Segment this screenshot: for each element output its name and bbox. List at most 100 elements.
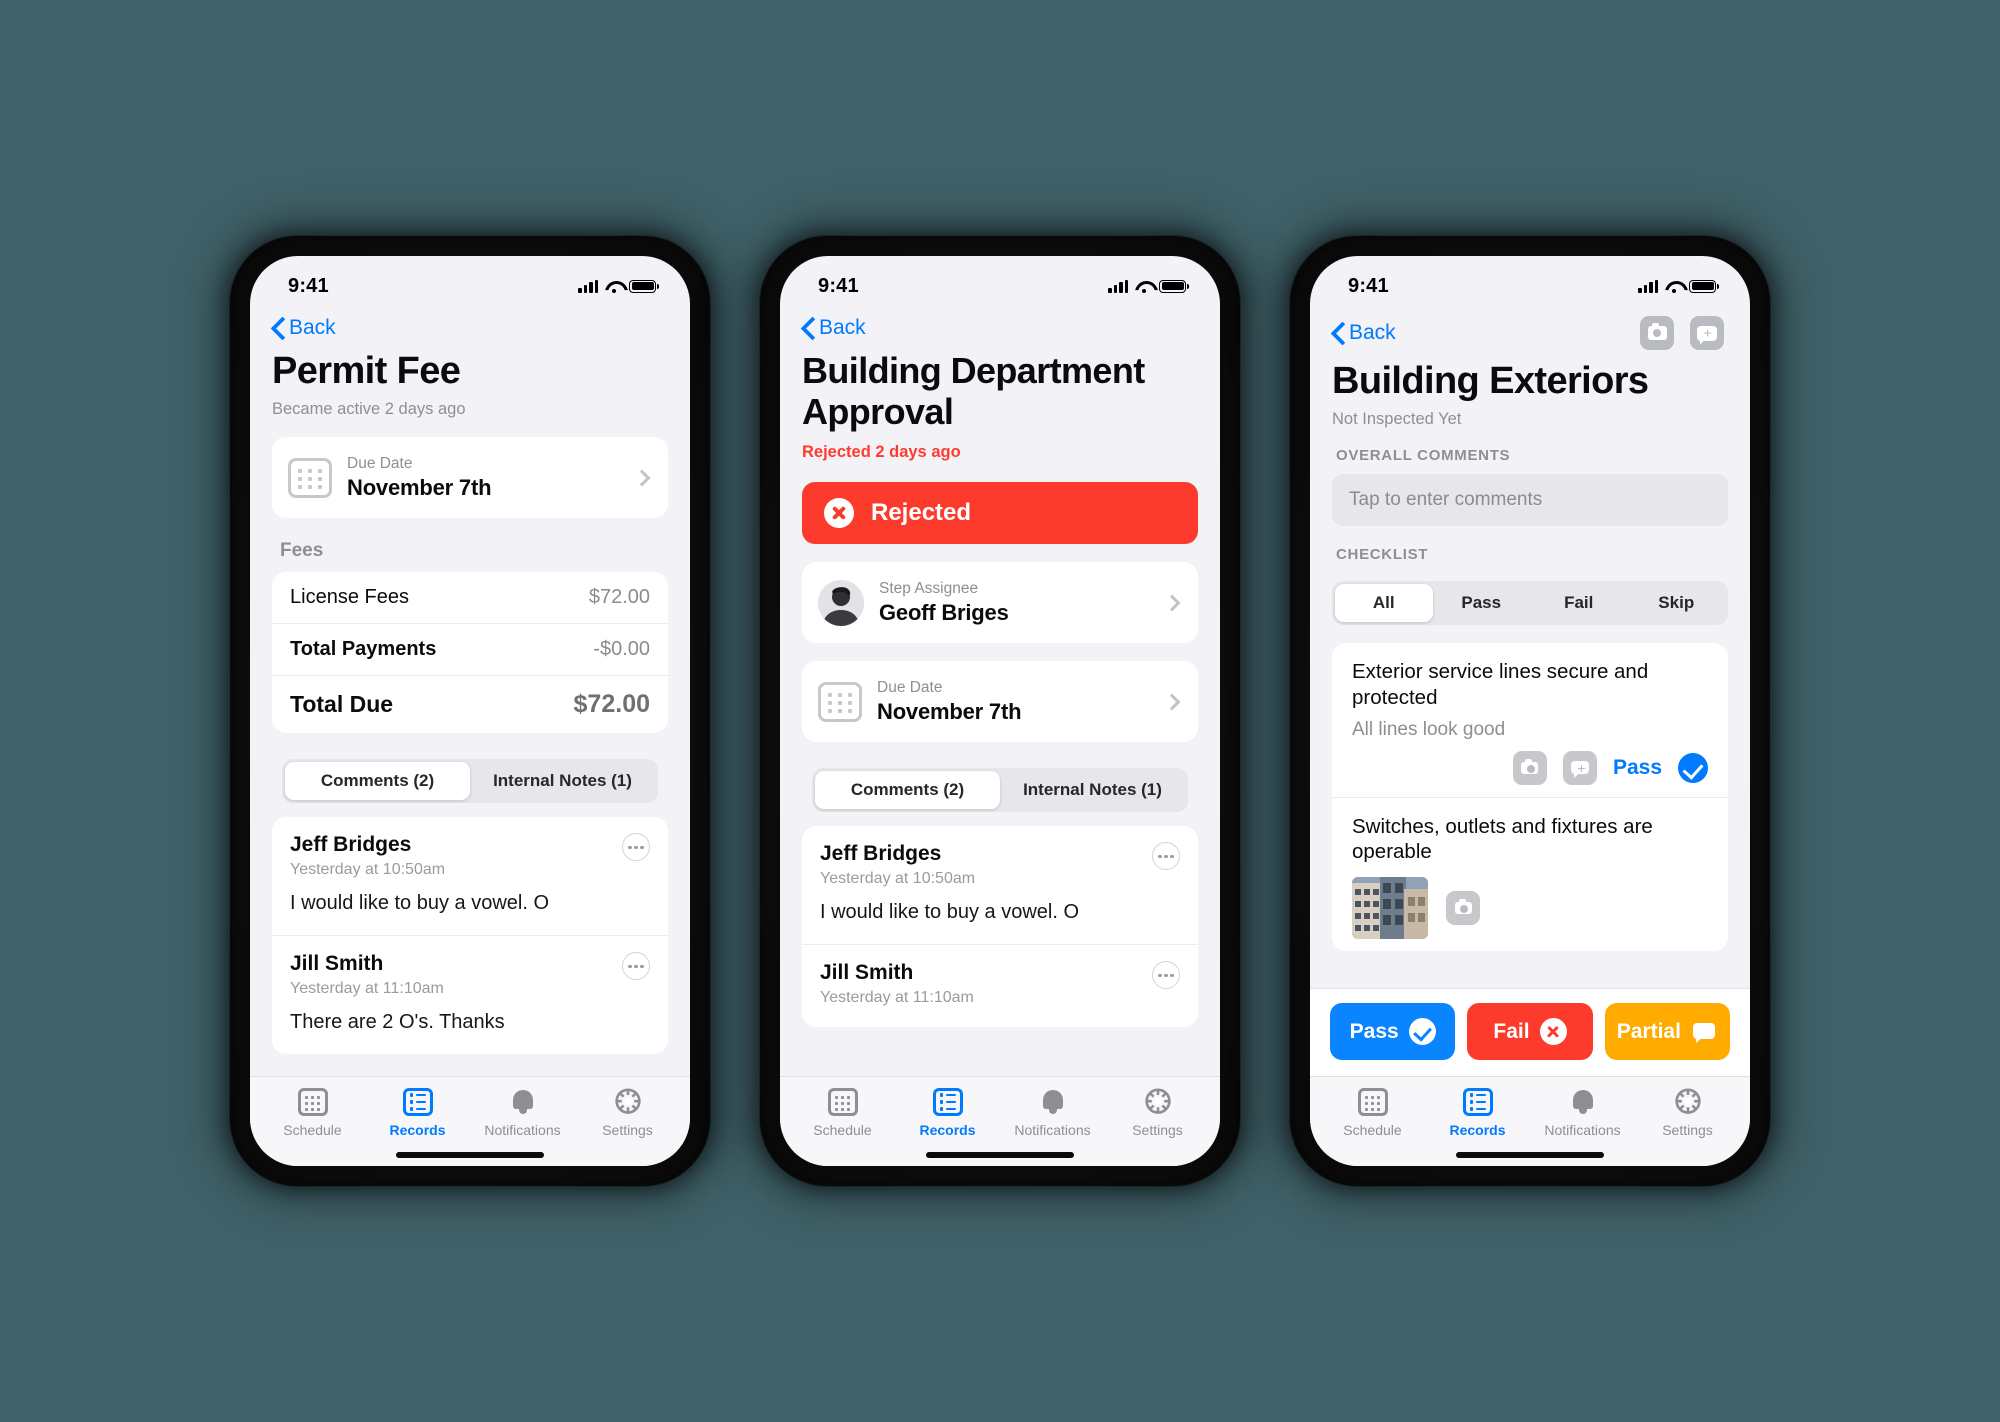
comment-text: There are 2 O's. Thanks (290, 1011, 505, 1034)
records-icon (1462, 1088, 1493, 1116)
page-subtitle: Rejected 2 days ago (802, 443, 961, 462)
nav-bar-1: Back (250, 310, 690, 342)
comment-more-icon[interactable] (1152, 842, 1180, 871)
add-comment-icon[interactable] (1562, 750, 1597, 785)
back-button[interactable]: Back (1332, 321, 1396, 345)
home-indicator (1310, 1144, 1750, 1166)
sidebar-item-schedule[interactable]: Schedule (1320, 1088, 1425, 1138)
photo-thumbnail[interactable] (1352, 876, 1428, 939)
tab-label: Notifications (484, 1122, 561, 1138)
fee-name: License Fees (290, 586, 409, 609)
sidebar-item-settings[interactable]: Settings (575, 1088, 680, 1138)
sidebar-item-records[interactable]: Records (895, 1088, 1000, 1138)
sidebar-item-settings[interactable]: Settings (1105, 1088, 1210, 1138)
chevron-left-icon (802, 317, 815, 339)
nav-bar-3: Back (1310, 310, 1750, 352)
tab-label: Schedule (283, 1122, 342, 1138)
fail-button[interactable]: Fail (1467, 1003, 1593, 1060)
sidebar-item-records[interactable]: Records (1425, 1088, 1530, 1138)
calendar-icon (1357, 1088, 1388, 1116)
chevron-left-icon (272, 317, 285, 339)
tab-label: Schedule (813, 1122, 872, 1138)
sidebar-item-schedule[interactable]: Schedule (790, 1088, 895, 1138)
pass-button[interactable]: Pass (1330, 1003, 1456, 1060)
due-date-row[interactable]: Due Date November 7th (272, 437, 668, 518)
camera-icon[interactable] (1446, 890, 1480, 925)
page-subtitle: Became active 2 days ago (272, 400, 466, 419)
list-item: Jill Smith Yesterday at 11:10am There ar… (272, 935, 668, 1054)
sidebar-item-notifications[interactable]: Notifications (1000, 1088, 1105, 1138)
checklist-item-status-label: Pass (1612, 755, 1662, 779)
comment-more-icon[interactable] (1152, 961, 1180, 990)
scroll-body-1[interactable]: Permit Fee Became active 2 days ago Due … (250, 342, 690, 1076)
back-button[interactable]: Back (272, 316, 336, 340)
due-date-card[interactable]: Due Date November 7th (802, 661, 1198, 743)
assignee-card[interactable]: Step Assignee Geoff Briges (802, 562, 1198, 644)
fail-label: Fail (1493, 1019, 1530, 1043)
table-row: License Fees $72.00 (272, 572, 668, 623)
tab-label: Records (919, 1122, 976, 1138)
fees-card: License Fees $72.00 Total Payments -$0.0… (272, 572, 668, 734)
fee-name: Total Due (290, 691, 394, 718)
screen-1: 9:41 Back Permit Fee Became active 2 day… (250, 256, 690, 1166)
checklist-item-title: Switches, outlets and fixtures are opera… (1352, 814, 1653, 864)
filter-skip[interactable]: Skip (1628, 584, 1726, 622)
due-date-row[interactable]: Due Date November 7th (802, 661, 1198, 742)
due-date-value: November 7th (347, 475, 492, 501)
tab-bar-2[interactable]: Schedule Records Notifications Settings (780, 1076, 1220, 1144)
tab-bar-1[interactable]: Schedule Records Notifications Settings (250, 1076, 690, 1144)
page-title: Building Department Approval (802, 350, 1145, 433)
wifi-icon (1135, 280, 1152, 293)
filter-all[interactable]: All (1335, 584, 1433, 623)
checklist-item-media (1352, 876, 1708, 939)
checklist-filter-tabs[interactable]: All Pass Fail Skip (1332, 581, 1728, 626)
due-date-value: November 7th (877, 699, 1022, 725)
partial-button[interactable]: Partial (1604, 1003, 1730, 1060)
gear-icon (613, 1088, 643, 1116)
overall-comments-input[interactable]: Tap to enter comments (1332, 474, 1728, 527)
filter-pass[interactable]: Pass (1433, 584, 1531, 622)
tab-internal-notes[interactable]: Internal Notes (1) (470, 762, 655, 800)
comment-icon (1691, 1018, 1718, 1045)
tab-internal-notes[interactable]: Internal Notes (1) (1000, 771, 1185, 809)
records-icon (932, 1088, 963, 1116)
comment-more-icon[interactable] (622, 833, 650, 862)
comments-tabs[interactable]: Comments (2) Internal Notes (1) (812, 768, 1188, 813)
status-bar: 9:41 (780, 256, 1220, 310)
sidebar-item-notifications[interactable]: Notifications (1530, 1088, 1635, 1138)
scroll-body-3[interactable]: Building Exteriors Not Inspected Yet OVE… (1310, 352, 1750, 1076)
bell-icon (1568, 1088, 1598, 1116)
sidebar-item-settings[interactable]: Settings (1635, 1088, 1740, 1138)
x-circle-icon (1539, 1018, 1567, 1045)
battery-icon (1159, 279, 1189, 293)
sidebar-item-notifications[interactable]: Notifications (470, 1088, 575, 1138)
calendar-icon (818, 681, 862, 722)
comment-time: Yesterday at 11:10am (290, 980, 444, 998)
camera-icon[interactable] (1640, 316, 1674, 350)
sidebar-item-schedule[interactable]: Schedule (260, 1088, 365, 1138)
calendar-icon (288, 457, 332, 498)
tab-bar-3[interactable]: Schedule Records Notifications Settings (1310, 1076, 1750, 1144)
status-badge[interactable]: Rejected (802, 482, 1198, 545)
due-date-card[interactable]: Due Date November 7th (272, 437, 668, 519)
status-time: 9:41 (1348, 274, 1389, 297)
chevron-right-icon (633, 469, 651, 487)
back-button[interactable]: Back (802, 316, 866, 340)
add-comment-icon[interactable] (1690, 316, 1724, 350)
sidebar-item-records[interactable]: Records (365, 1088, 470, 1138)
comment-more-icon[interactable] (622, 952, 650, 981)
comments-tabs[interactable]: Comments (2) Internal Notes (1) (282, 759, 658, 804)
tab-comments[interactable]: Comments (2) (815, 771, 1000, 810)
checklist-card: Exterior service lines secure and protec… (1332, 643, 1728, 951)
cellular-signal-icon (1108, 279, 1128, 293)
gear-icon (1673, 1088, 1703, 1116)
status-time: 9:41 (288, 274, 329, 297)
camera-icon[interactable] (1512, 750, 1547, 785)
tab-comments[interactable]: Comments (2) (285, 762, 470, 801)
filter-fail[interactable]: Fail (1530, 584, 1628, 622)
cellular-signal-icon (578, 279, 598, 293)
assignee-row[interactable]: Step Assignee Geoff Briges (802, 562, 1198, 643)
scroll-body-2[interactable]: Building Department Approval Rejected 2 … (780, 342, 1220, 1076)
bell-icon (508, 1088, 538, 1116)
gear-icon (1143, 1088, 1173, 1116)
